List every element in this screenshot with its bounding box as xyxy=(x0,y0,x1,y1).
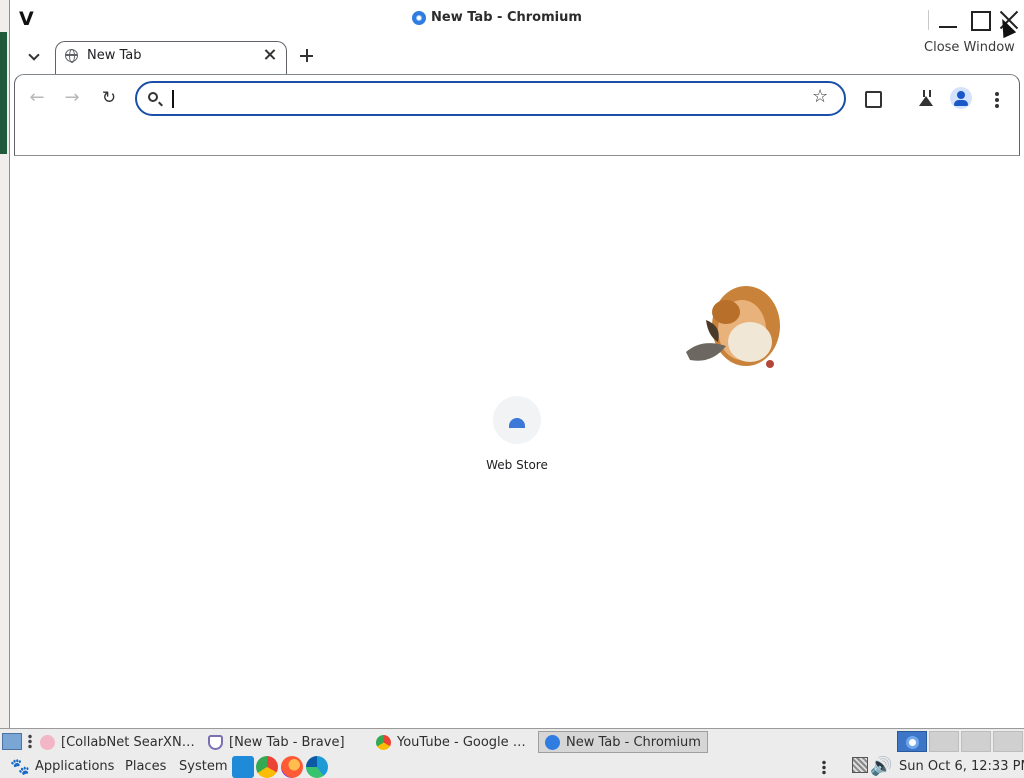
edge-dev-launcher-icon[interactable] xyxy=(306,756,328,778)
address-bar[interactable]: ☆ xyxy=(135,81,846,116)
tab-new-tab[interactable]: New Tab xyxy=(55,41,287,75)
more-menu-icon[interactable] xyxy=(987,88,1007,108)
vscode-launcher-icon[interactable] xyxy=(232,756,254,778)
new-tab-plus-icon[interactable] xyxy=(297,46,317,66)
taskbar-item-chromium[interactable]: New Tab - Chromium xyxy=(538,731,708,753)
squirrel-mascot-image xyxy=(686,286,780,368)
chrome-icon xyxy=(376,734,391,750)
panel-grip-icon[interactable] xyxy=(28,734,32,749)
system-menu[interactable]: System xyxy=(179,759,227,774)
new-tab-page: Web Store xyxy=(10,156,1024,728)
panel-handle-icon[interactable] xyxy=(822,760,826,775)
browser-window: V New Tab - Chromium New Tab ← → ↻ ☆ Web… xyxy=(9,0,1024,728)
taskbar-item-label: [CollabNet SearXN… xyxy=(61,734,195,750)
forward-arrow-icon[interactable]: → xyxy=(62,88,82,108)
chromium-icon xyxy=(906,736,919,749)
extensions-puzzle-icon[interactable] xyxy=(862,88,882,108)
chrome-launcher-icon[interactable] xyxy=(256,756,278,778)
maximize-button[interactable] xyxy=(966,7,992,33)
places-menu[interactable]: Places xyxy=(125,759,166,774)
chromium-icon xyxy=(545,734,560,750)
desktop-screen: V New Tab - Chromium New Tab ← → ↻ ☆ Web… xyxy=(0,0,1024,778)
minimize-button[interactable] xyxy=(935,7,961,33)
globe-icon xyxy=(65,49,78,63)
close-window-tooltip: Close Window xyxy=(924,40,1015,55)
workspace-3[interactable] xyxy=(961,731,991,752)
workspace-1[interactable] xyxy=(897,731,927,752)
workspace-4[interactable] xyxy=(993,731,1023,752)
clock[interactable]: Sun Oct 6, 12:33 PM xyxy=(899,759,1024,774)
taskbar-item-searxng[interactable]: [CollabNet SearXN… xyxy=(34,731,202,753)
tab-strip: New Tab xyxy=(10,40,1024,75)
searxng-icon xyxy=(40,734,55,750)
taskbar-item-youtube[interactable]: YouTube - Google … xyxy=(370,731,534,753)
shortcut-web-store[interactable]: Web Store xyxy=(472,396,562,472)
back-arrow-icon[interactable]: ← xyxy=(27,88,47,108)
wm-menu-icon[interactable]: V xyxy=(19,8,34,30)
volume-icon[interactable]: 🔊 xyxy=(870,756,892,777)
web-store-icon xyxy=(493,396,541,444)
browser-toolbar: ← → ↻ ☆ xyxy=(14,74,1020,156)
search-icon xyxy=(148,92,158,102)
window-list-row: [CollabNet SearXN… [New Tab - Brave] You… xyxy=(0,729,1024,754)
menu-row: 🐾 Applications Places System 🔊 Sun Oct 6… xyxy=(0,754,1024,778)
reload-icon[interactable]: ↻ xyxy=(99,88,119,108)
taskbar-item-label: [New Tab - Brave] xyxy=(229,734,345,750)
taskbar-item-label: New Tab - Chromium xyxy=(566,734,701,750)
show-desktop-icon[interactable] xyxy=(2,733,22,750)
chromium-icon xyxy=(412,10,426,25)
workspace-2[interactable] xyxy=(929,731,959,752)
labs-flask-icon[interactable] xyxy=(916,88,936,108)
titlebar-divider xyxy=(928,10,929,30)
gnome-foot-icon[interactable]: 🐾 xyxy=(10,757,30,777)
bookmark-star-icon[interactable]: ☆ xyxy=(812,86,828,107)
brave-icon xyxy=(208,734,223,750)
profile-avatar-icon[interactable] xyxy=(950,87,972,109)
text-caret xyxy=(172,90,174,108)
applications-menu[interactable]: Applications xyxy=(35,759,114,774)
taskbar-item-label: YouTube - Google … xyxy=(397,734,526,750)
network-icon[interactable] xyxy=(852,757,868,773)
address-input[interactable] xyxy=(171,88,801,110)
window-title-group: New Tab - Chromium xyxy=(412,10,582,25)
taskbar-item-brave[interactable]: [New Tab - Brave] xyxy=(202,731,366,753)
tab-search-chevron-down-icon[interactable] xyxy=(24,47,44,67)
desktop-wallpaper-strip xyxy=(0,32,7,154)
window-title: New Tab - Chromium xyxy=(431,10,582,25)
window-titlebar[interactable]: V New Tab - Chromium xyxy=(10,0,1024,40)
tab-title: New Tab xyxy=(87,48,142,63)
shortcut-label: Web Store xyxy=(486,458,548,472)
taskbar: [CollabNet SearXN… [New Tab - Brave] You… xyxy=(0,728,1024,778)
firefox-launcher-icon[interactable] xyxy=(281,756,303,778)
tab-close-icon[interactable] xyxy=(262,47,278,63)
